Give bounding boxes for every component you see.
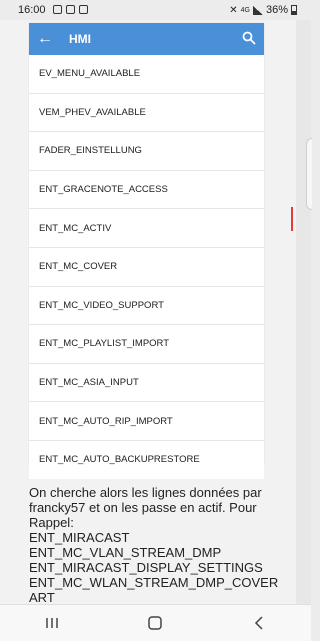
app-title: HMI [69, 32, 91, 46]
list-item: FADER_EINSTELLUNG [29, 132, 264, 171]
list-item: ENT_MC_PLAYLIST_IMPORT [29, 325, 264, 364]
list-item: ENT_MC_VIDEO_SUPPORT [29, 287, 264, 326]
list-item: ENT_MC_COVER [29, 248, 264, 287]
code-line: ENT_MC_WLAN_STREAM_DMP_COVER [29, 575, 279, 590]
list-item-label: ENT_GRACENOTE_ACCESS [39, 184, 168, 196]
back-button[interactable] [229, 605, 289, 641]
message-icon [66, 5, 75, 14]
status-time: 16:00 [18, 4, 46, 16]
4g-icon: 4G [240, 6, 250, 14]
navigation-bar [0, 604, 311, 641]
notification-icon [79, 5, 88, 14]
code-list: ENT_MIRACAST ENT_MC_VLAN_STREAM_DMP ENT_… [29, 530, 289, 604]
status-left-icons [53, 5, 88, 14]
list-item: VEM_PHEV_AVAILABLE [29, 94, 264, 133]
code-line: ART [29, 590, 55, 604]
article-paragraph: On cherche alors les lignes données par … [29, 485, 262, 530]
home-icon [148, 616, 163, 630]
list-item: ENT_MC_ASIA_INPUT [29, 364, 264, 403]
recents-icon [46, 618, 58, 628]
mute-icon: ✕ [229, 4, 238, 16]
article-text: On cherche alors les lignes données par … [29, 485, 289, 604]
home-button[interactable] [125, 605, 185, 641]
recents-button[interactable] [22, 605, 82, 641]
status-right-icons: ✕ 4G 36% [229, 4, 297, 16]
signal-icon [252, 5, 263, 15]
code-line: ENT_MIRACAST_DISPLAY_SETTINGS [29, 560, 263, 575]
list-item-label: ENT_MC_VIDEO_SUPPORT [39, 299, 164, 311]
embedded-app-screenshot: ← HMI EV_MENU_AVAILABLE VEM_PHEV_AVAILAB… [29, 23, 293, 479]
scroll-indicator [291, 207, 293, 231]
list-item-label: ENT_MC_ACTIV [39, 222, 112, 234]
battery-percent: 36% [265, 4, 288, 16]
article-page[interactable]: ← HMI EV_MENU_AVAILABLE VEM_PHEV_AVAILAB… [0, 20, 296, 604]
list-item-label: FADER_EINSTELLUNG [39, 145, 142, 157]
list-item: EV_MENU_AVAILABLE [29, 55, 264, 94]
list-item: ENT_MC_AUTO_BACKUPRESTORE [29, 441, 264, 479]
list-item-label: VEM_PHEV_AVAILABLE [39, 106, 146, 118]
app-toolbar: ← HMI [29, 23, 264, 55]
list-item-label: EV_MENU_AVAILABLE [39, 68, 141, 80]
setting-list: EV_MENU_AVAILABLE VEM_PHEV_AVAILABLE FAD… [29, 55, 264, 479]
list-item-label: ENT_MC_COVER [39, 261, 118, 273]
image-icon [53, 5, 62, 14]
list-item-label: ENT_MC_AUTO_BACKUPRESTORE [39, 454, 200, 466]
search-icon [242, 31, 256, 45]
page-edge [296, 20, 311, 604]
status-bar: 16:00 ✕ 4G 36% [0, 0, 311, 20]
edge-panel-handle[interactable] [306, 138, 312, 210]
list-item-label: ENT_MC_ASIA_INPUT [39, 377, 139, 389]
list-item: ENT_GRACENOTE_ACCESS [29, 171, 264, 210]
list-item: ENT_MC_ACTIV [29, 209, 264, 248]
list-item-label: ENT_MC_PLAYLIST_IMPORT [39, 338, 170, 350]
back-arrow-icon: ← [37, 30, 53, 47]
list-item-label: ENT_MC_AUTO_RIP_IMPORT [39, 415, 173, 427]
code-line: ENT_MIRACAST [29, 530, 130, 545]
back-icon [255, 616, 263, 630]
battery-icon [291, 5, 297, 15]
code-line: ENT_MC_VLAN_STREAM_DMP [29, 545, 222, 560]
list-item: ENT_MC_AUTO_RIP_IMPORT [29, 402, 264, 441]
